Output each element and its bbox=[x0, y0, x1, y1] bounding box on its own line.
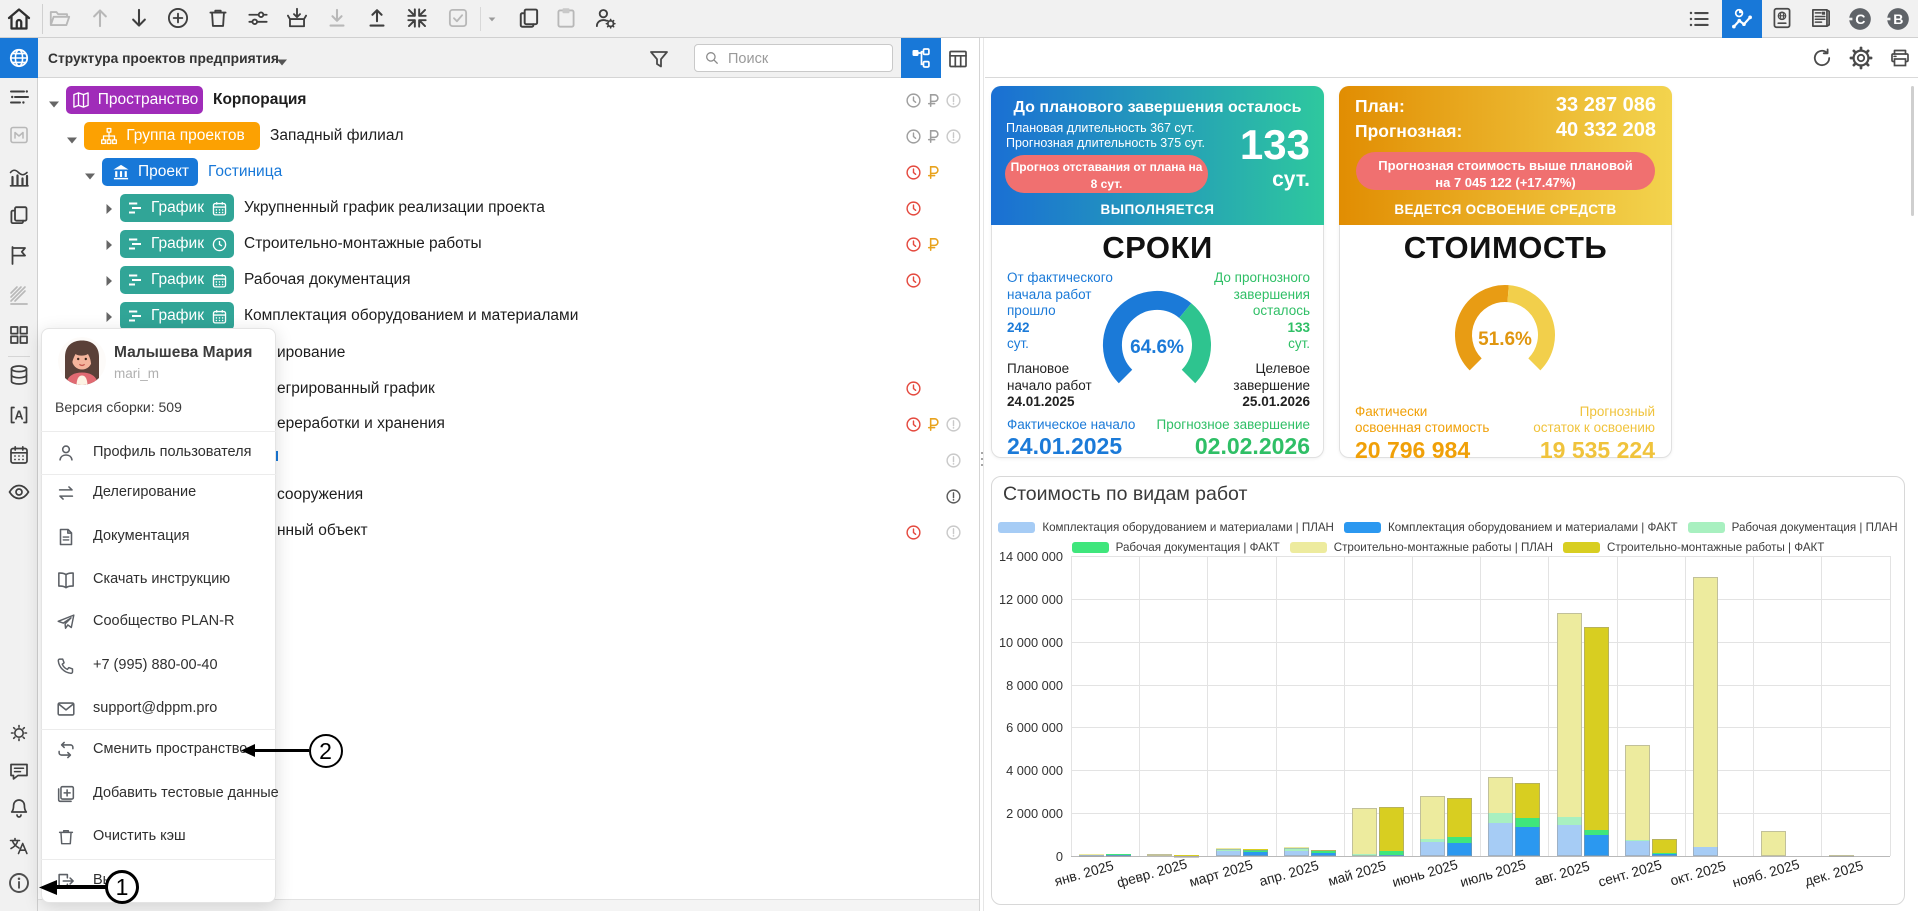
svg-text:C: C bbox=[1855, 11, 1865, 27]
svg-text:A: A bbox=[14, 408, 23, 422]
svg-text:B: B bbox=[1893, 11, 1903, 27]
